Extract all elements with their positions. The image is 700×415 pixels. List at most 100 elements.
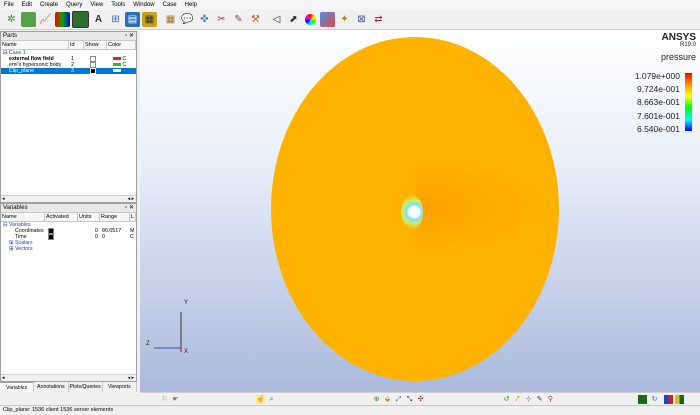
- view-icon[interactable]: ⤡: [405, 395, 414, 404]
- col-name[interactable]: Name: [1, 213, 45, 221]
- col-units[interactable]: Units: [78, 213, 100, 221]
- notes-icon[interactable]: ▤: [125, 12, 140, 27]
- zoom-mode-icon[interactable]: ⌕: [267, 395, 276, 404]
- cases-icon[interactable]: ▦: [163, 12, 178, 27]
- palette-tool-icon[interactable]: [664, 395, 673, 404]
- activated-checkbox[interactable]: [48, 234, 54, 240]
- part-icon[interactable]: ✲: [4, 12, 19, 27]
- probe-tool-icon[interactable]: ⊹: [524, 395, 533, 404]
- menu-case[interactable]: Case: [159, 0, 181, 10]
- layout-icon[interactable]: [638, 395, 647, 404]
- menu-query[interactable]: Query: [62, 0, 86, 10]
- calculator-icon[interactable]: ▦: [142, 12, 157, 27]
- query-tool-icon[interactable]: ⚲: [546, 395, 555, 404]
- menu-tools[interactable]: Tools: [107, 0, 129, 10]
- annotation-icon[interactable]: [21, 12, 36, 27]
- col-activated[interactable]: Activated: [45, 213, 78, 221]
- menu-edit[interactable]: Edit: [18, 0, 36, 10]
- grid-icon[interactable]: ⊠: [354, 12, 369, 27]
- status-bar: Clip_plane: 1536 client 1536 server elem…: [0, 405, 700, 415]
- bottom-toolbar: ⚐ ☛ ☝ ⌕ ⊕ ⬙ ⤢ ⤡ ✣ ↺ ⤤ ⊹ ✎ ⚲ ↻: [140, 392, 700, 405]
- query-icon[interactable]: 💬: [180, 12, 195, 27]
- plot-icon[interactable]: 📈: [38, 12, 53, 27]
- col-range[interactable]: Range: [100, 213, 130, 221]
- transform-tool-icon[interactable]: ✣: [416, 395, 425, 404]
- menu-file[interactable]: File: [0, 0, 18, 10]
- scroll-right-icon[interactable]: ◂ ▸: [128, 375, 134, 381]
- select-mode-icon[interactable]: ☝: [256, 395, 265, 404]
- label-tool-icon[interactable]: ✎: [535, 395, 544, 404]
- axis-y-label: Y: [184, 300, 189, 306]
- variable-extra: C: [130, 234, 134, 240]
- undo-view-icon[interactable]: ↺: [502, 395, 511, 404]
- parts-panel: Parts ▫ ✕ Name Id Show Color ⊟ Case 1 ext…: [0, 31, 137, 203]
- color-swatch[interactable]: [113, 63, 121, 67]
- main-toolbar: ✲ 📈 A ⊞ ▤ ▦ ▦ 💬 ✜ ✂ ✎ ⚒ ◁ ⬈ ✦ ⊠ ⇄: [0, 10, 700, 30]
- variable-units: 0: [95, 234, 98, 240]
- color-swatch[interactable]: [113, 69, 121, 73]
- parts-panel-title: Parts ▫ ✕: [1, 32, 136, 41]
- variables-header: Name Activated Units Range L: [1, 213, 136, 222]
- variables-panel: Variables ▫ ✕ Name Activated Units Range …: [0, 203, 137, 382]
- panel-tabs: Variables Annotations Plots/Queries View…: [0, 382, 137, 392]
- graphics-viewport[interactable]: ANSYS R19.0 pressure 1.079e+000 9.724e-0…: [140, 30, 700, 392]
- part-id: 3: [71, 68, 74, 74]
- select-icon[interactable]: ◁: [269, 12, 284, 27]
- menu-help[interactable]: Help: [181, 0, 201, 10]
- cut-icon[interactable]: ✂: [214, 12, 229, 27]
- col-color[interactable]: Color: [107, 41, 136, 49]
- variables-scrollbar[interactable]: ◂ ◂ ▸: [1, 374, 136, 381]
- font-icon[interactable]: A: [91, 12, 106, 27]
- frame-icon[interactable]: ⊞: [108, 12, 123, 27]
- color-swatch[interactable]: [113, 57, 121, 61]
- group-label: Vectors: [14, 246, 33, 252]
- parts-header: Name Id Show Color: [1, 41, 136, 50]
- flag-icon[interactable]: ⚐: [160, 395, 169, 404]
- col-id[interactable]: Id: [69, 41, 84, 49]
- refresh-icon[interactable]: ↻: [650, 395, 659, 404]
- show-checkbox-checked[interactable]: [90, 68, 96, 74]
- col-l[interactable]: L: [130, 213, 136, 221]
- scroll-left-icon[interactable]: ◂: [2, 375, 5, 381]
- transform-icon[interactable]: ⇄: [371, 12, 386, 27]
- tab-viewports[interactable]: Viewports: [103, 382, 137, 392]
- axis-z-label: Z: [146, 341, 150, 347]
- tab-plots-queries[interactable]: Plots/Queries: [69, 382, 103, 392]
- viewport-icon[interactable]: [72, 11, 89, 28]
- expand-icon[interactable]: ⊞: [9, 246, 13, 252]
- col-show[interactable]: Show: [84, 41, 107, 49]
- tree-group[interactable]: ⊞ Vectors: [1, 246, 136, 252]
- pan-icon[interactable]: ⬙: [383, 395, 392, 404]
- menu-bar: File Edit Create Query View Tools Window Case He…: [0, 0, 700, 10]
- scroll-right-icon[interactable]: ◂ ▸: [128, 196, 134, 202]
- texture-icon[interactable]: [320, 12, 335, 27]
- tab-annotations[interactable]: Annotations: [34, 382, 69, 392]
- measure-tool-icon[interactable]: ⤤: [513, 395, 522, 404]
- variable-range: 0: [102, 234, 105, 240]
- probe-icon[interactable]: ✜: [197, 12, 212, 27]
- measure-icon[interactable]: ⚒: [248, 12, 263, 27]
- tab-variables[interactable]: Variables: [0, 382, 35, 392]
- menu-window[interactable]: Window: [129, 0, 158, 10]
- panel-buttons-icon[interactable]: ▫ ✕: [125, 32, 134, 40]
- rotate-icon[interactable]: ⤢: [394, 395, 403, 404]
- color-tool-icon[interactable]: [675, 395, 684, 404]
- palette-icon[interactable]: ✎: [231, 12, 246, 27]
- legend-icon[interactable]: [55, 12, 70, 27]
- part-name: Clip_plane: [9, 68, 35, 74]
- zoom-fit-icon[interactable]: ⊕: [372, 395, 381, 404]
- lighting-icon[interactable]: ✦: [337, 12, 352, 27]
- axis-triad: [154, 312, 182, 352]
- variables-panel-title: Variables ▫ ✕: [1, 204, 136, 213]
- scroll-left-icon[interactable]: ◂: [2, 196, 5, 202]
- hand-icon[interactable]: ☛: [171, 395, 180, 404]
- col-name[interactable]: Name: [1, 41, 69, 49]
- menu-view[interactable]: View: [86, 0, 107, 10]
- color-wheel-icon[interactable]: [303, 12, 318, 27]
- pointer-icon[interactable]: ⬈: [286, 12, 301, 27]
- parts-scrollbar[interactable]: ◂ ◂ ▸: [1, 195, 136, 202]
- menu-create[interactable]: Create: [36, 0, 62, 10]
- panel-buttons-icon[interactable]: ▫ ✕: [125, 204, 134, 212]
- part-row-selected[interactable]: Clip_plane 3: [1, 68, 136, 74]
- axis-x-label: X: [184, 349, 189, 355]
